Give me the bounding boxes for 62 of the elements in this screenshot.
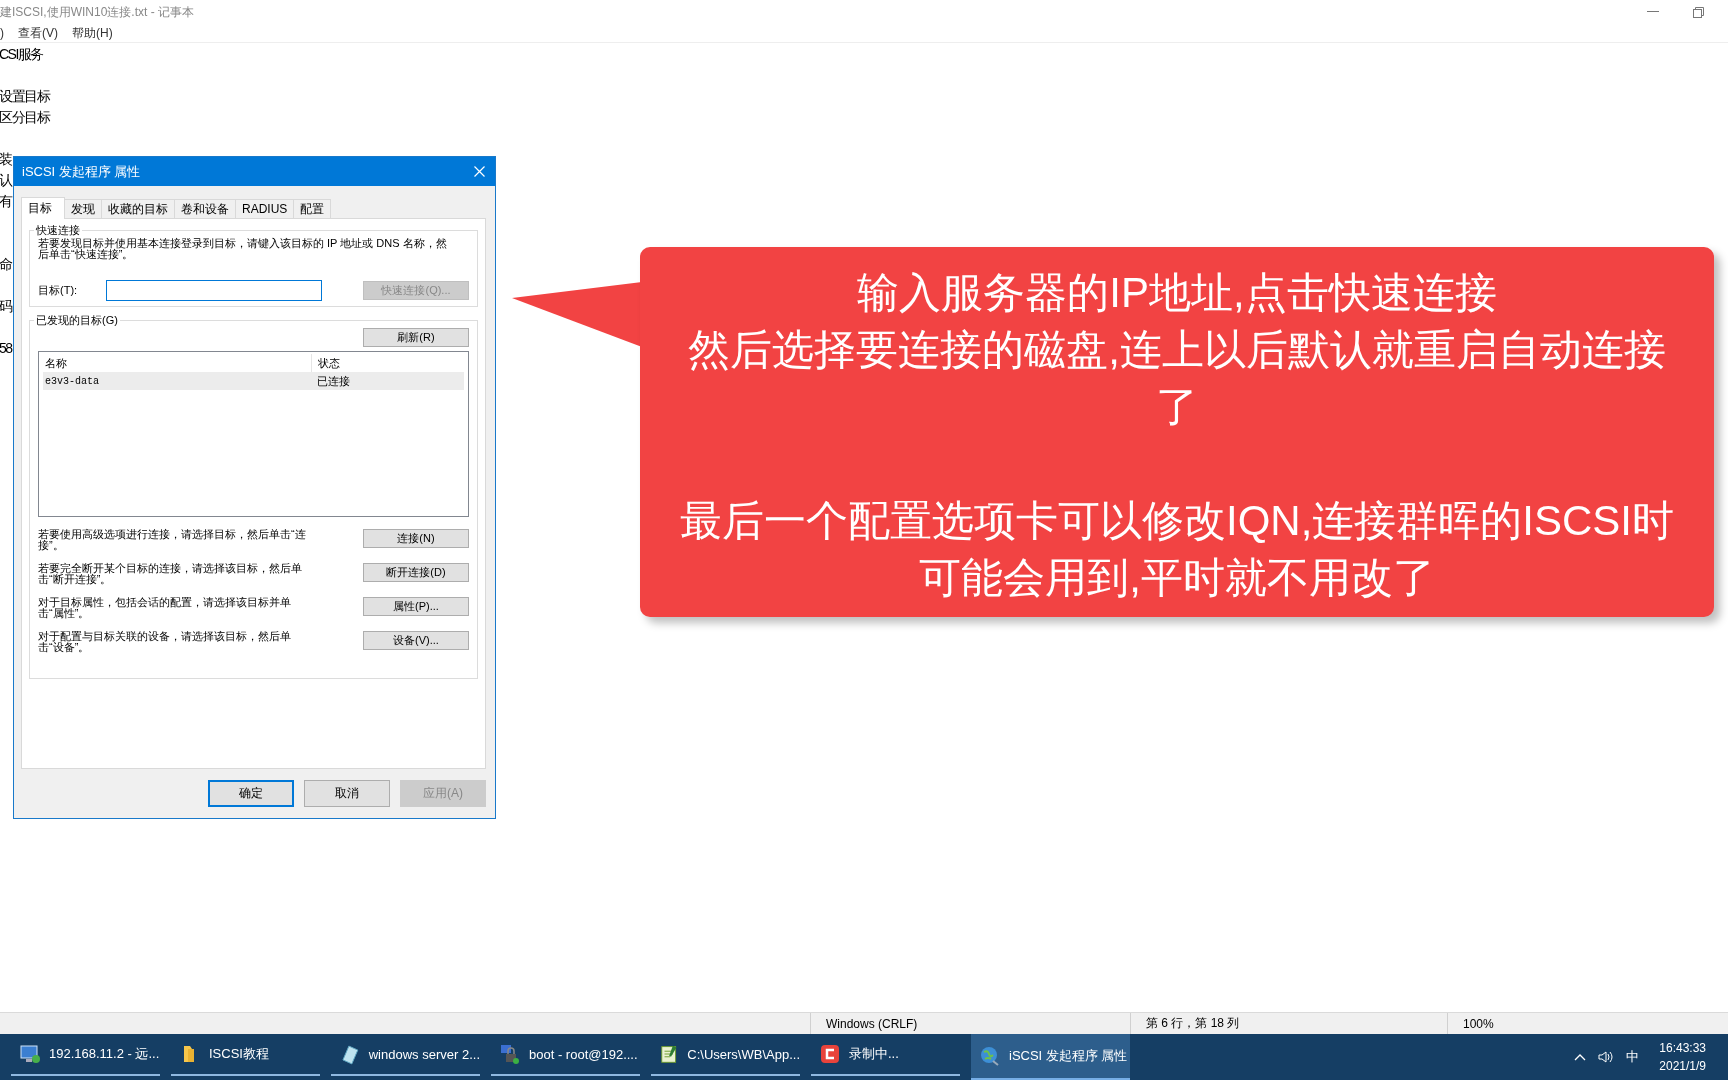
taskbar-button[interactable]: 192.168.11.2 - 远...: [11, 1034, 160, 1076]
description-text: 若要使用高级选项进行连接，请选择目标，然后单击“连接”。: [38, 529, 307, 551]
globe-icon: [979, 1045, 1001, 1067]
taskbar-button[interactable]: ISCSI教程: [171, 1034, 320, 1076]
target-status: 已连接: [316, 373, 350, 389]
tab[interactable]: 目标: [21, 197, 65, 219]
encoding-text: Windows (CRLF): [826, 1016, 918, 1031]
group-title: 快速连接: [35, 223, 81, 238]
taskbar-button[interactable]: windows server 2...: [331, 1034, 480, 1076]
group-title: 已发现的目标(G): [35, 313, 119, 328]
taskbar-button[interactable]: boot - root@192....: [491, 1034, 640, 1076]
taskbar-button[interactable]: iSCSI 发起程序 属性: [971, 1034, 1130, 1080]
text-line: 58: [0, 340, 12, 356]
cursor-position: 第 6 行，第 18 列: [1146, 1015, 1240, 1032]
input-method-indicator[interactable]: 中: [1626, 1048, 1640, 1066]
document-icon: [339, 1043, 361, 1065]
dialog-button[interactable]: 确定: [208, 780, 294, 807]
lock-monitor-icon: [499, 1043, 521, 1065]
text-line: 装: [0, 151, 12, 167]
text-line: 命: [0, 256, 12, 272]
tab[interactable]: 配置: [293, 199, 332, 218]
tab[interactable]: 卷和设备: [174, 199, 236, 218]
dialog-button[interactable]: 取消: [304, 780, 390, 807]
text-line: 有: [0, 193, 12, 209]
tab[interactable]: 发现: [64, 199, 102, 218]
recorder-icon: [819, 1043, 841, 1065]
text-line: 码: [0, 298, 12, 314]
target-field[interactable]: [106, 280, 322, 301]
window-title: 建ISCSI,使用WIN10连接.txt - 记事本: [0, 3, 194, 21]
menu-item[interactable]: 查看(V): [18, 24, 58, 42]
column-header[interactable]: 名称: [43, 355, 311, 371]
callout-text: 输入服务器的IP地址,点击快速连接: [857, 269, 1497, 316]
text-line: 区分目标: [0, 109, 49, 125]
menu-item[interactable]: 帮助(H): [72, 24, 113, 42]
clock[interactable]: 16:43:33 2021/1/9: [1659, 1039, 1706, 1075]
description-text: 若要发现目标并使用基本连接登录到目标，请键入该目标的 IP 地址或 DNS 名称，然后单击“快速连接”。: [38, 238, 448, 260]
taskbar-button[interactable]: C:\Users\WB\App...: [651, 1034, 800, 1076]
description-text: 对于目标属性，包括会话的配置，请选择该目标并单击“属性”。: [38, 597, 292, 619]
action-button[interactable]: 属性(P)...: [363, 597, 469, 616]
action-button[interactable]: 设备(V)...: [363, 631, 469, 650]
taskbar-button[interactable]: 录制中...: [811, 1034, 960, 1076]
chevron-up-icon[interactable]: [1574, 1053, 1587, 1061]
description-text: 若要完全断开某个目标的连接，请选择该目标，然后单击“断开连接”。: [38, 563, 303, 585]
minimize-icon[interactable]: [1647, 11, 1659, 13]
action-button[interactable]: 断开连接(D): [363, 563, 469, 582]
menu-item[interactable]: ): [0, 26, 4, 40]
dialog-title: iSCSI 发起程序 属性: [22, 162, 141, 181]
text-line: CSI服务: [0, 46, 43, 62]
field-label: 目标(T):: [38, 283, 79, 298]
tab[interactable]: 收藏的目标: [101, 199, 175, 218]
speaker-icon[interactable]: [1598, 1050, 1615, 1064]
action-button[interactable]: 连接(N): [363, 529, 469, 548]
target-name: e3v3-data: [44, 375, 100, 387]
restore-icon[interactable]: [1693, 6, 1704, 18]
close-icon[interactable]: [474, 166, 485, 177]
list-row[interactable]: e3v3-data 已连接: [43, 372, 464, 390]
callout-text: 最后一个配置选项卡可以修改IQN,连接群晖的ISCSI时可能会用到,平时就不用改了: [679, 497, 1674, 601]
refresh-button[interactable]: 刷新(R): [363, 328, 469, 347]
monitor-icon: [19, 1043, 41, 1065]
callout-text: 然后选择要连接的磁盘,连上以后默认就重启自动连接了: [688, 326, 1666, 430]
zoom-level: 100%: [1463, 1016, 1494, 1031]
description-text: 对于配置与目标关联的设备，请选择该目标，然后单击“设备”。: [38, 631, 292, 653]
